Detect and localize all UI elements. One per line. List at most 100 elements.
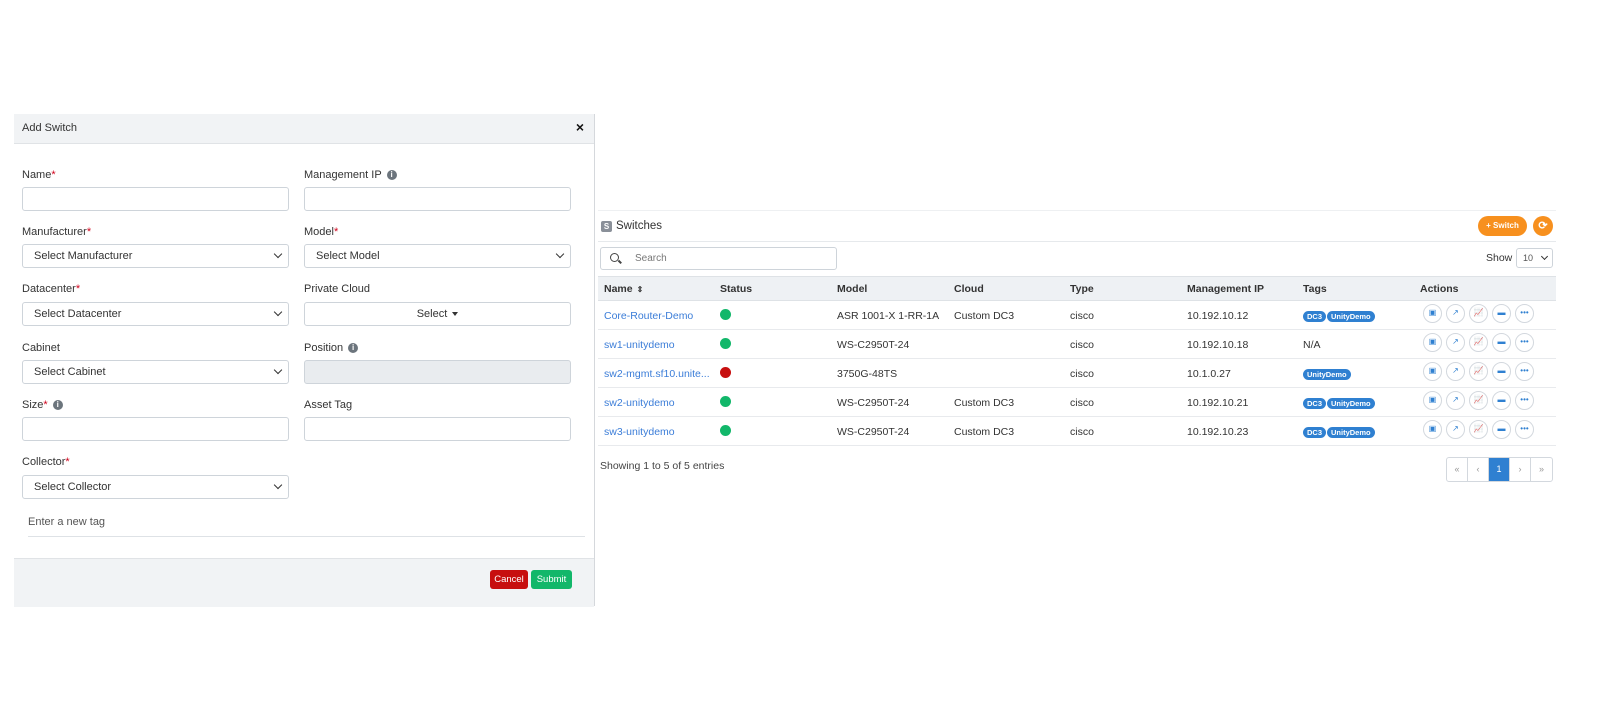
tags-cell: DC3 UnityDemo xyxy=(1303,426,1376,438)
more-icon[interactable]: ••• xyxy=(1515,304,1534,323)
external-link-icon[interactable]: ↗ xyxy=(1446,304,1465,323)
external-link-icon[interactable]: ↗ xyxy=(1446,420,1465,439)
more-icon[interactable]: ••• xyxy=(1515,333,1534,352)
management-ip-input[interactable] xyxy=(304,187,571,211)
search-icon xyxy=(610,253,619,262)
tag-badge: UnityDemo xyxy=(1327,311,1375,322)
add-switch-button[interactable]: + Switch xyxy=(1478,216,1527,236)
tags-cell: DC3 UnityDemo xyxy=(1303,397,1376,409)
sort-icon[interactable]: ⇕ xyxy=(637,285,644,294)
more-icon[interactable]: ••• xyxy=(1515,391,1534,410)
model-select[interactable]: Select Model xyxy=(304,244,571,268)
chart-icon[interactable]: 📈 xyxy=(1469,333,1488,352)
name-label: Name* xyxy=(22,169,56,181)
chart-icon[interactable]: 📈 xyxy=(1469,391,1488,410)
tag-input[interactable]: Enter a new tag xyxy=(28,516,585,537)
type-cell: cisco xyxy=(1070,426,1094,438)
column-name[interactable]: Name ⇕ xyxy=(604,283,643,295)
external-link-icon[interactable]: ↗ xyxy=(1446,333,1465,352)
chart-icon[interactable]: 📈 xyxy=(1469,362,1488,381)
close-icon[interactable]: × xyxy=(576,119,584,135)
last-page-button[interactable]: » xyxy=(1531,458,1552,481)
console-icon[interactable]: ▣ xyxy=(1423,362,1442,381)
terminal-icon[interactable]: ▬ xyxy=(1492,362,1511,381)
type-cell: cisco xyxy=(1070,368,1094,380)
switch-name-link[interactable]: sw3-unitydemo xyxy=(604,426,675,438)
switch-name-link[interactable]: sw2-unitydemo xyxy=(604,397,675,409)
first-page-button[interactable]: « xyxy=(1447,458,1468,481)
next-page-button[interactable]: › xyxy=(1510,458,1531,481)
chevron-down-icon xyxy=(273,365,283,375)
more-icon[interactable]: ••• xyxy=(1515,362,1534,381)
status-down-icon xyxy=(720,367,731,378)
management-ip-cell: 10.192.10.12 xyxy=(1187,310,1249,322)
manufacturer-label: Manufacturer* xyxy=(22,226,91,238)
show-label: Show xyxy=(1486,252,1513,264)
entries-info: Showing 1 to 5 of 5 entries xyxy=(600,460,725,472)
private-cloud-dropdown[interactable]: Select xyxy=(304,302,571,326)
cloud-cell: Custom DC3 xyxy=(954,310,1015,322)
cancel-button[interactable]: Cancel xyxy=(490,570,528,589)
page-button[interactable]: 1 xyxy=(1489,458,1510,481)
switch-name-link[interactable]: sw1-unitydemo xyxy=(604,339,675,351)
type-cell: cisco xyxy=(1070,310,1094,322)
size-label-text: Size xyxy=(22,399,44,411)
collector-select-value: Select Collector xyxy=(34,481,112,493)
tag-badge: DC3 xyxy=(1303,398,1327,409)
console-icon[interactable]: ▣ xyxy=(1423,391,1442,410)
status-up-icon xyxy=(720,425,731,436)
console-icon[interactable]: ▣ xyxy=(1423,304,1442,323)
model-cell: 3750G-48TS xyxy=(837,368,898,380)
info-icon[interactable]: i xyxy=(386,170,397,181)
required-mark: * xyxy=(86,226,92,238)
type-cell: cisco xyxy=(1070,339,1094,351)
management-ip-cell: 10.1.0.27 xyxy=(1187,368,1231,380)
switch-name-link[interactable]: Core-Router-Demo xyxy=(604,310,693,322)
cabinet-select[interactable]: Select Cabinet xyxy=(22,360,289,384)
terminal-icon[interactable]: ▬ xyxy=(1492,391,1511,410)
datacenter-label: Datacenter* xyxy=(22,283,80,295)
terminal-icon[interactable]: ▬ xyxy=(1492,420,1511,439)
prev-page-button[interactable]: ‹ xyxy=(1468,458,1489,481)
search-input[interactable]: Search xyxy=(600,247,837,270)
more-icon[interactable]: ••• xyxy=(1515,420,1534,439)
actions-cell: ▣ ↗ 📈 ▬ ••• xyxy=(1423,362,1538,381)
chart-icon[interactable]: 📈 xyxy=(1469,420,1488,439)
required-mark: * xyxy=(43,399,48,411)
collector-select[interactable]: Select Collector xyxy=(22,475,289,499)
terminal-icon[interactable]: ▬ xyxy=(1492,333,1511,352)
switch-name-link[interactable]: sw2-mgmt.sf10.unite... xyxy=(604,368,710,380)
model-label-text: Model xyxy=(304,226,334,238)
terminal-icon[interactable]: ▬ xyxy=(1492,304,1511,323)
info-icon[interactable]: i xyxy=(348,343,359,354)
actions-cell: ▣ ↗ 📈 ▬ ••• xyxy=(1423,420,1538,439)
info-icon[interactable]: i xyxy=(52,400,63,411)
table-row: Core-Router-Demo ASR 1001-X 1-RR-1A Custom… xyxy=(598,300,1556,330)
asset-tag-input[interactable] xyxy=(304,417,571,441)
name-input[interactable] xyxy=(22,187,289,211)
datacenter-label-text: Datacenter xyxy=(22,283,76,295)
table-row: sw2-unitydemo WS-C2950T-24 Custom DC3 cisco… xyxy=(598,387,1556,417)
page-size-value: 10 xyxy=(1523,253,1534,263)
type-cell: cisco xyxy=(1070,397,1094,409)
chart-icon[interactable]: 📈 xyxy=(1469,304,1488,323)
model-cell: WS-C2950T-24 xyxy=(837,339,910,351)
chevron-down-icon xyxy=(273,307,283,317)
size-input[interactable] xyxy=(22,417,289,441)
collector-label: Collector* xyxy=(22,456,70,468)
refresh-icon[interactable]: ⟳ xyxy=(1533,216,1553,236)
console-icon[interactable]: ▣ xyxy=(1423,333,1442,352)
submit-button[interactable]: Submit xyxy=(531,570,572,589)
column-name-label: Name xyxy=(604,283,633,295)
actions-cell: ▣ ↗ 📈 ▬ ••• xyxy=(1423,304,1538,323)
chevron-down-icon xyxy=(555,249,565,259)
manufacturer-select[interactable]: Select Manufacturer xyxy=(22,244,289,268)
page-size-select[interactable]: 10 xyxy=(1516,248,1553,268)
external-link-icon[interactable]: ↗ xyxy=(1446,391,1465,410)
tag-badge: UnityDemo xyxy=(1327,427,1375,438)
table-header: Name ⇕ Status Model Cloud Type Management… xyxy=(598,276,1556,301)
external-link-icon[interactable]: ↗ xyxy=(1446,362,1465,381)
datacenter-select[interactable]: Select Datacenter xyxy=(22,302,289,326)
panel-title: Switches xyxy=(616,220,663,232)
console-icon[interactable]: ▣ xyxy=(1423,420,1442,439)
